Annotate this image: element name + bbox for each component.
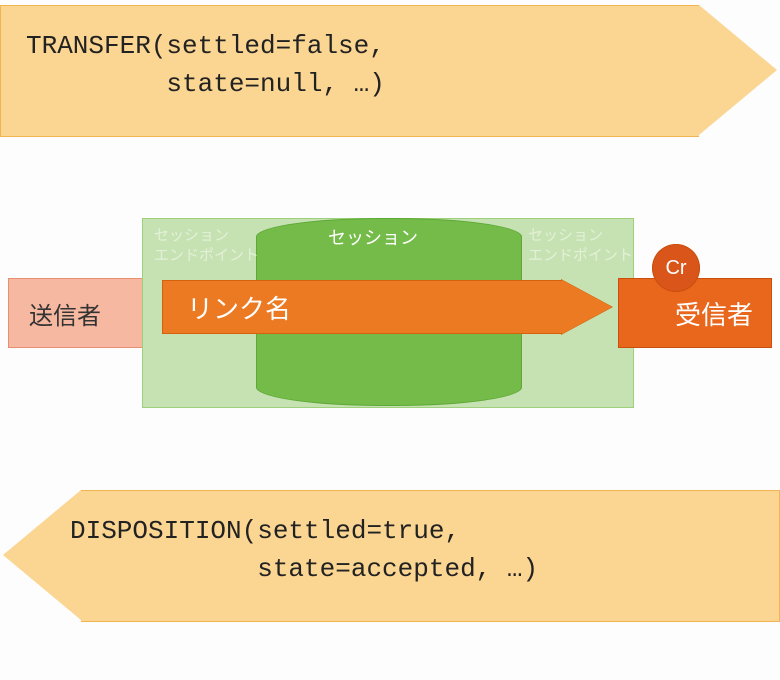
transfer-arrow-head-icon [699,5,777,135]
link-arrow-body: リンク名 [162,280,562,334]
receiver-label: 受信者 [675,295,753,332]
session-diagram: 送信者 セッション エンドポイント セッション セッション エンドポイント リン… [8,218,772,408]
session-endpoint-left-label: セッション エンドポイント [154,226,259,266]
link-label: リンク名 [187,289,291,326]
credit-badge-label: Cr [665,257,686,280]
credit-badge: Cr [652,244,700,292]
session-endpoint-right-label: セッション エンドポイント [528,226,633,266]
receiver-box: 受信者 [618,278,772,348]
disposition-text: DISPOSITION(settled=true, state=accepted… [70,512,538,588]
link-arrow: リンク名 [162,280,614,334]
transfer-text: TRANSFER(settled=false, state=null, …) [26,27,385,103]
session-title-label: セッション [328,228,418,248]
sender-box: 送信者 [8,278,162,348]
transfer-arrow: TRANSFER(settled=false, state=null, …) [0,5,780,135]
link-arrow-head-icon [562,280,612,334]
disposition-arrow: DISPOSITION(settled=true, state=accepted… [0,490,780,620]
sender-label: 送信者 [29,296,101,331]
